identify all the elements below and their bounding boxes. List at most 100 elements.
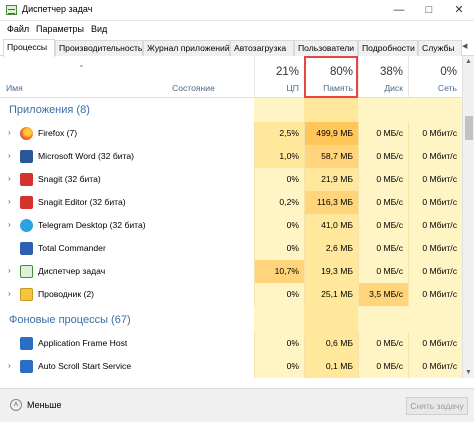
cpu-value: 0% <box>254 355 304 378</box>
memory-value: 0,6 МБ <box>304 332 358 355</box>
group-apps-title: Приложения (8) <box>9 104 90 116</box>
cpu-value: 0% <box>254 214 304 237</box>
process-name: Snagit (32 бита) <box>38 174 101 184</box>
column-cpu[interactable]: 21% ЦП <box>254 56 304 98</box>
memory-value: 58,7 МБ <box>304 145 358 168</box>
scroll-thumb[interactable] <box>465 116 473 140</box>
disk-value: 0 МБ/с <box>358 332 408 355</box>
process-row[interactable]: › Microsoft Word (32 бита) 1,0% 58,7 МБ 0 МБ… <box>0 145 462 168</box>
network-value: 0 Мбит/с <box>408 260 462 283</box>
snagit-icon <box>20 173 33 186</box>
group-apps[interactable]: Приложения (8) <box>0 98 462 122</box>
process-row[interactable]: › Telegram Desktop (32 бита) 0% 41,0 МБ 0 МБ… <box>0 214 462 237</box>
column-name[interactable]: Имя <box>6 83 23 93</box>
chevron-right-icon[interactable]: › <box>8 151 11 160</box>
tab-performance[interactable]: Производительность <box>55 40 143 56</box>
disk-value: 0 МБ/с <box>358 260 408 283</box>
cpu-value: 0,2% <box>254 191 304 214</box>
disk-value: 0 МБ/с <box>358 191 408 214</box>
process-row[interactable]: Application Frame Host 0% 0,6 МБ 0 МБ/с 0 Мб… <box>0 332 462 355</box>
scroll-up-icon[interactable]: ▲ <box>465 58 472 65</box>
process-row[interactable]: › Firefox (7) 2,5% 499,9 МБ 0 МБ/с 0 Мбит/с <box>0 122 462 145</box>
tab-details[interactable]: Подробности <box>358 40 418 56</box>
chevron-right-icon[interactable]: › <box>8 289 11 298</box>
memory-value: 25,1 МБ <box>304 283 358 306</box>
word-icon <box>20 150 33 163</box>
cpu-value: 0% <box>254 332 304 355</box>
title-bar: Диспетчер задач — □ ✕ <box>0 0 474 21</box>
task-manager-icon <box>20 265 33 278</box>
memory-value: 116,3 МБ <box>304 191 358 214</box>
chevron-right-icon[interactable]: › <box>8 174 11 183</box>
process-name: Проводник (2) <box>38 289 95 299</box>
chevron-right-icon[interactable]: › <box>8 128 11 137</box>
column-disk[interactable]: 38% Диск <box>358 56 408 98</box>
footer-bar: ˄ Меньше Снять задачу <box>0 388 474 422</box>
process-name: Snagit Editor (32 бита) <box>38 197 126 207</box>
process-row[interactable]: › Проводник (2) 0% 25,1 МБ 3,5 МБ/с 0 Мбит/с <box>0 283 462 306</box>
process-name: Firefox (7) <box>38 128 78 138</box>
process-list: Приложения (8) › Firefox (7) 2,5% 499,9 МБ 0… <box>0 98 462 378</box>
memory-value: 499,9 МБ <box>304 122 358 145</box>
minimize-button[interactable]: — <box>384 0 414 21</box>
memory-value: 19,3 МБ <box>304 260 358 283</box>
sort-up-icon: ⌃ <box>78 64 85 73</box>
window-title: Диспетчер задач <box>22 4 93 14</box>
tab-app-history[interactable]: Журнал приложений <box>143 40 230 56</box>
cpu-value: 1,0% <box>254 145 304 168</box>
close-button[interactable]: ✕ <box>444 0 474 21</box>
snagit-editor-icon <box>20 196 33 209</box>
process-row[interactable]: › Snagit Editor (32 бита) 0,2% 116,3 МБ 0 МБ… <box>0 191 462 214</box>
end-task-button[interactable]: Снять задачу <box>406 397 468 415</box>
process-row[interactable]: › Диспетчер задач 10,7% 19,3 МБ 0 МБ/с 0 Мбит… <box>0 260 462 283</box>
memory-value: 2,6 МБ <box>304 237 358 260</box>
network-value: 0 Мбит/с <box>408 237 462 260</box>
tab-users[interactable]: Пользователи <box>294 40 358 56</box>
disk-value: 0 МБ/с <box>358 237 408 260</box>
cpu-label: ЦП <box>286 83 299 93</box>
process-name: Microsoft Word (32 бита) <box>38 151 135 161</box>
disk-value: 0 МБ/с <box>358 145 408 168</box>
scroll-down-icon[interactable]: ▼ <box>465 369 472 376</box>
process-row[interactable]: Total Commander 0% 2,6 МБ 0 МБ/с 0 Мбит/с <box>0 237 462 260</box>
chevron-right-icon[interactable]: › <box>8 220 11 229</box>
column-state[interactable]: Состояние <box>172 83 215 93</box>
menu-view[interactable]: Вид <box>91 24 107 34</box>
column-header: ⌃ Имя Состояние 21% ЦП 80% Память 38% Ди… <box>0 56 462 98</box>
tab-services[interactable]: Службы <box>418 40 462 56</box>
process-row[interactable]: › Auto Scroll Start Service 0% 0,1 МБ 0 МБ/с… <box>0 355 462 378</box>
tab-scroll-icon[interactable]: ◀ <box>462 42 467 50</box>
maximize-button[interactable]: □ <box>414 0 444 21</box>
chevron-right-icon[interactable]: › <box>8 361 11 370</box>
cpu-value: 10,7% <box>254 260 304 283</box>
disk-value: 3,5 МБ/с <box>358 283 408 306</box>
chevron-up-icon[interactable]: ˄ <box>10 399 22 411</box>
memory-value: 41,0 МБ <box>304 214 358 237</box>
network-value: 0 Мбит/с <box>408 168 462 191</box>
network-label: Сеть <box>437 83 457 93</box>
cpu-value: 0% <box>254 237 304 260</box>
fewer-details-link[interactable]: Меньше <box>27 400 62 410</box>
menu-options[interactable]: Параметры <box>36 24 84 34</box>
cpu-total: 21% <box>275 66 299 78</box>
group-background[interactable]: Фоновые процессы (67) <box>0 308 462 332</box>
telegram-icon <box>20 219 33 232</box>
tab-strip: Процессы Производительность Журнал прило… <box>0 38 474 57</box>
tab-startup[interactable]: Автозагрузка <box>230 40 294 56</box>
network-value: 0 Мбит/с <box>408 145 462 168</box>
vertical-scrollbar[interactable]: ▲ ▼ <box>462 56 474 378</box>
process-row[interactable]: › Snagit (32 бита) 0% 21,9 МБ 0 МБ/с 0 Мбит/с <box>0 168 462 191</box>
menu-file[interactable]: Файл <box>7 24 29 34</box>
column-network[interactable]: 0% Сеть <box>408 56 462 98</box>
memory-label: Память <box>323 83 353 93</box>
network-value: 0 Мбит/с <box>408 332 462 355</box>
network-value: 0 Мбит/с <box>408 191 462 214</box>
process-name: Total Commander <box>38 243 106 253</box>
tab-processes[interactable]: Процессы <box>3 39 55 57</box>
firefox-icon <box>20 127 33 140</box>
chevron-right-icon[interactable]: › <box>8 266 11 275</box>
disk-label: Диск <box>384 83 403 93</box>
column-memory[interactable]: 80% Память <box>304 56 358 98</box>
chevron-right-icon[interactable]: › <box>8 197 11 206</box>
disk-value: 0 МБ/с <box>358 122 408 145</box>
